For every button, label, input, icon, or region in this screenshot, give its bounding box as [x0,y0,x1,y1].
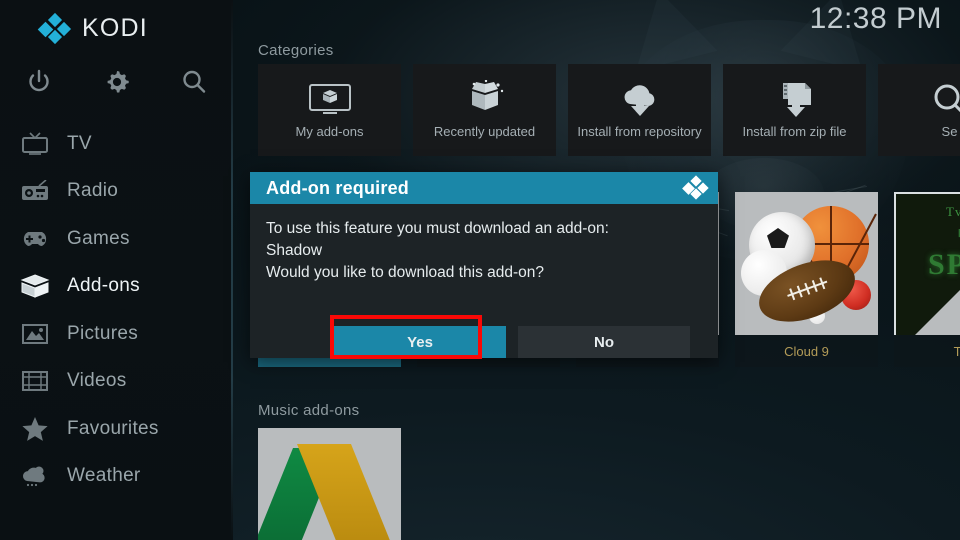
category-recently-updated[interactable]: Recently updated [413,64,556,156]
brand: KODI [37,12,148,44]
music-addons-heading: Music add-ons [258,402,360,419]
cloud-sun-icon [14,461,56,491]
clock: 12:38 PM [809,2,942,35]
sidebar-item-add-ons[interactable]: Add-ons [0,263,233,311]
sidebar-item-label: Add-ons [67,275,140,297]
dialog-line-2: Shadow [266,242,323,259]
category-search[interactable]: Se [878,64,960,156]
open-box-sparkle-icon [462,78,508,122]
sidebar-item-label: Weather [67,465,141,487]
picture-icon [14,319,56,349]
category-label: Install from repository [577,124,702,139]
sidebar-item-games[interactable]: Games [0,215,233,263]
dialog-body: To use this feature you must download an… [250,204,718,284]
sidebar-item-tv[interactable]: TV [0,120,233,168]
poster-label: TvN [894,335,960,367]
category-label: Install from zip file [742,124,847,139]
sidebar-item-label: Favourites [67,417,159,439]
dialog-buttons: Yes No [250,326,718,358]
addon-box-icon [14,271,56,301]
sidebar-item-pictures[interactable]: Pictures [0,310,233,358]
radio-icon [14,176,56,206]
content-item-cloud-9[interactable]: Cloud 9 [735,192,878,367]
sidebar-item-videos[interactable]: Videos [0,358,233,406]
dialog-header: Add-on required [250,172,718,204]
search-icon [930,78,960,122]
gear-icon[interactable] [78,62,156,102]
search-icon[interactable] [155,62,233,102]
sidebar: KODI TV Radio Games Add-ons Pictures Vid… [0,0,233,540]
category-label: Recently updated [433,124,536,139]
kodi-screen: 12:38 PM Categories My add-ons Recently … [0,0,960,540]
poster-label: Cloud 9 [735,335,878,367]
kodi-logo-icon [682,175,709,200]
content-item-tvn[interactable]: TvN T SPO TvN [894,192,960,367]
sidebar-item-label: Pictures [67,322,139,344]
sidebar-item-label: Radio [67,180,119,202]
zip-download-icon [772,78,818,122]
sidebar-item-weather[interactable]: Weather [0,453,233,501]
brand-title: KODI [82,14,148,42]
poster-art-sports [735,192,878,335]
poster-art-gdrive [258,428,401,540]
sidebar-item-label: Games [67,227,130,249]
no-button[interactable]: No [518,326,690,358]
category-install-from-repository[interactable]: Install from repository [568,64,711,156]
kodi-logo-icon [37,12,72,44]
music-item-1[interactable] [258,428,401,540]
categories-heading: Categories [258,42,334,59]
tv-icon [14,129,56,159]
category-my-add-ons[interactable]: My add-ons [258,64,401,156]
sidebar-menu: TV Radio Games Add-ons Pictures Videos F… [0,120,233,500]
gamepad-icon [14,224,56,254]
category-label: Se [941,124,958,139]
dialog-line-3: Would you like to download this add-on? [266,264,545,281]
sidebar-item-favourites[interactable]: Favourites [0,405,233,453]
categories-row: My add-ons Recently updated Install from… [258,64,960,156]
star-icon [14,414,56,444]
dialog-line-1: To use this feature you must download an… [266,220,609,237]
category-label: My add-ons [295,124,364,139]
power-icon[interactable] [0,62,78,102]
sidebar-item-label: Videos [67,370,127,392]
poster-art-tvn: TvN T SPO [894,192,960,335]
sidebar-item-radio[interactable]: Radio [0,168,233,216]
monitor-addon-icon [307,78,353,122]
sidebar-item-label: TV [67,132,92,154]
yes-button[interactable]: Yes [334,326,506,358]
dialog-title: Add-on required [266,177,409,198]
sidebar-top-icons [0,62,233,102]
addon-required-dialog: Add-on required To use this feature you … [250,172,718,358]
filmstrip-icon [14,366,56,396]
cloud-download-icon [617,78,663,122]
music-row [258,428,401,540]
category-install-from-zip-file[interactable]: Install from zip file [723,64,866,156]
